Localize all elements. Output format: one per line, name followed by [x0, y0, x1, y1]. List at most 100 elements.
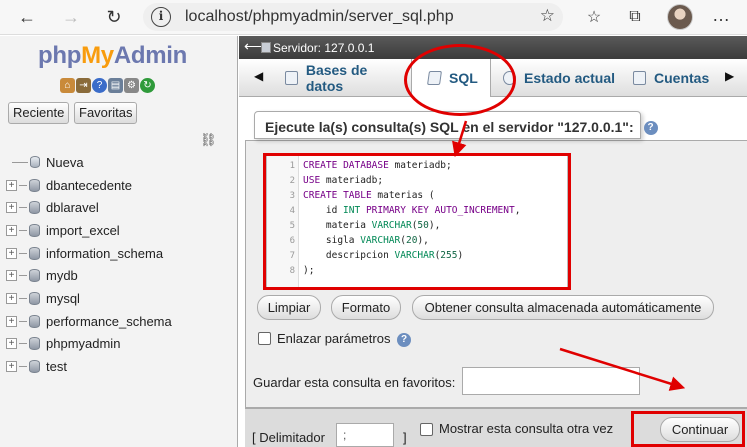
browser-toolbar: ← → ↻ i localhost/phpmyadmin/server_sql.… [0, 0, 747, 35]
query-legend: Ejecute la(s) consulta(s) SQL en el serv… [254, 111, 658, 139]
reload-icon[interactable]: ↻ [101, 5, 127, 29]
delimiter-label: [ Delimitador [252, 430, 325, 445]
tree-connector [19, 297, 27, 299]
favorites-icon[interactable]: ☆ [581, 5, 607, 29]
format-button[interactable]: Formato [331, 295, 401, 320]
tree-item-db[interactable]: + mysql [6, 287, 236, 310]
expand-icon[interactable]: + [6, 247, 17, 259]
tab-sql[interactable]: SQL [411, 59, 491, 97]
add-favorite-icon[interactable]: ☆ [540, 6, 555, 26]
line-number: 8 [289, 266, 295, 276]
recent-button[interactable]: Reciente [8, 102, 70, 124]
logout-icon[interactable]: ⇥ [76, 78, 91, 93]
tree-item-db[interactable]: + mydb [6, 264, 236, 287]
tree-connector [19, 343, 27, 345]
expand-icon[interactable]: + [6, 338, 17, 350]
expand-icon[interactable]: + [6, 292, 17, 304]
database-icon [29, 314, 40, 328]
help-icon[interactable]: ? [92, 78, 107, 93]
database-icon [29, 291, 40, 305]
tab-status[interactable]: Estado actual [497, 59, 621, 97]
back-arrow-icon[interactable]: ← [14, 5, 40, 29]
database-icon [29, 337, 40, 351]
databases-icon [285, 71, 298, 85]
code-line[interactable]: CREATE DATABASE materiadb; [303, 160, 452, 171]
status-icon [503, 71, 516, 85]
code-line[interactable]: ); [303, 265, 314, 276]
get-autosaved-query-button[interactable]: Obtener consulta almacenada automáticame… [412, 295, 714, 320]
expand-icon[interactable]: + [6, 179, 17, 191]
tab-databases[interactable]: Bases de datos [279, 59, 407, 97]
help-icon[interactable]: ? [397, 333, 411, 347]
help-icon[interactable]: ? [643, 121, 658, 136]
delimiter-input[interactable]: ; [336, 423, 394, 447]
tree-connector [19, 275, 27, 277]
line-number: 6 [289, 236, 295, 246]
tree-connector [19, 320, 27, 322]
tree-connector [19, 207, 27, 209]
expand-icon[interactable]: + [6, 361, 17, 373]
expand-icon[interactable]: + [6, 202, 17, 214]
show-query-again-label[interactable]: Mostrar esta consulta otra vez [439, 421, 613, 436]
scroll-right-icon[interactable]: ▶ [725, 69, 734, 83]
phpmyadmin-logo[interactable]: phpMyAdmin [38, 42, 187, 70]
line-number: 5 [289, 221, 295, 231]
expand-icon[interactable]: + [6, 224, 17, 236]
collections-icon[interactable]: ⧉ [622, 5, 648, 29]
database-icon [29, 201, 40, 215]
tree-connector [19, 229, 27, 231]
accounts-icon [633, 71, 646, 85]
docs-icon[interactable]: ▤ [108, 78, 123, 93]
tree-item-db[interactable]: + performance_schema [6, 310, 236, 333]
code-line[interactable]: descripcion VARCHAR(255) [303, 250, 463, 261]
code-line[interactable]: CREATE TABLE materias ( [303, 190, 435, 201]
address-bar[interactable]: i localhost/phpmyadmin/server_sql.php ☆ [143, 3, 563, 31]
database-icon [29, 178, 40, 192]
server-breadcrumb-bar: ⟵ Servidor: 127.0.0.1 [239, 36, 747, 59]
scroll-left-icon[interactable]: ◀ [254, 69, 263, 83]
more-options-icon[interactable]: … [712, 5, 730, 26]
tree-item-db[interactable]: + import_excel [6, 219, 236, 242]
refresh-icon[interactable]: ↻ [140, 78, 155, 93]
forward-arrow-icon[interactable]: → [58, 5, 84, 29]
bookmark-label: Guardar esta consulta en favoritos: [253, 375, 456, 390]
bind-parameters-label[interactable]: Enlazar parámetros [277, 331, 390, 346]
go-button[interactable]: Continuar [660, 417, 740, 442]
line-number: 4 [289, 206, 295, 216]
tree-item-db[interactable]: + test [6, 355, 236, 378]
tree-connector [19, 252, 27, 254]
tree-item-db[interactable]: + phpmyadmin [6, 333, 236, 356]
site-info-icon[interactable]: i [151, 7, 171, 27]
bind-parameters-checkbox[interactable] [258, 332, 271, 345]
code-line[interactable]: sigla VARCHAR(20), [303, 235, 429, 246]
home-icon[interactable]: ⌂ [60, 78, 75, 93]
bookmark-input[interactable] [462, 367, 640, 395]
url-text[interactable]: localhost/phpmyadmin/server_sql.php [185, 8, 454, 26]
code-line[interactable]: materia VARCHAR(50), [303, 220, 440, 231]
tree-item-db[interactable]: + dbantecedente [6, 174, 236, 197]
sql-editor[interactable]: 1 2 3 4 5 6 7 8 CREATE DATABASE materiad… [266, 155, 568, 288]
new-db-icon [30, 156, 40, 169]
expand-icon[interactable]: + [6, 315, 17, 327]
database-icon [29, 269, 40, 283]
expand-icon[interactable]: + [6, 270, 17, 282]
show-query-again-checkbox[interactable] [420, 423, 433, 436]
tree-connector [12, 161, 28, 163]
server-icon [261, 42, 271, 53]
link-icon[interactable]: ⛓ [200, 132, 217, 148]
server-label[interactable]: Servidor: 127.0.0.1 [273, 41, 374, 55]
favorites-button[interactable]: Favoritas [74, 102, 138, 124]
code-line[interactable]: USE materiadb; [303, 175, 383, 186]
code-line[interactable]: id INT PRIMARY KEY AUTO_INCREMENT, [303, 205, 521, 216]
line-number: 7 [289, 251, 295, 261]
tree-item-db[interactable]: + dblaravel [6, 196, 236, 219]
settings-gear-icon[interactable]: ⚙ [124, 78, 139, 93]
profile-avatar[interactable] [667, 4, 693, 30]
line-number: 3 [289, 191, 295, 201]
tab-accounts[interactable]: Cuentas [627, 59, 717, 97]
clear-button[interactable]: Limpiar [257, 295, 321, 320]
delimiter-end-bracket: ] [403, 430, 407, 445]
tree-item-db[interactable]: + information_schema [6, 242, 236, 265]
navigation-panel: phpMyAdmin ⌂ ⇥ ? ▤ ⚙ ↻ Reciente Favorita… [0, 36, 238, 447]
tree-item-new[interactable]: Nueva [6, 151, 236, 174]
